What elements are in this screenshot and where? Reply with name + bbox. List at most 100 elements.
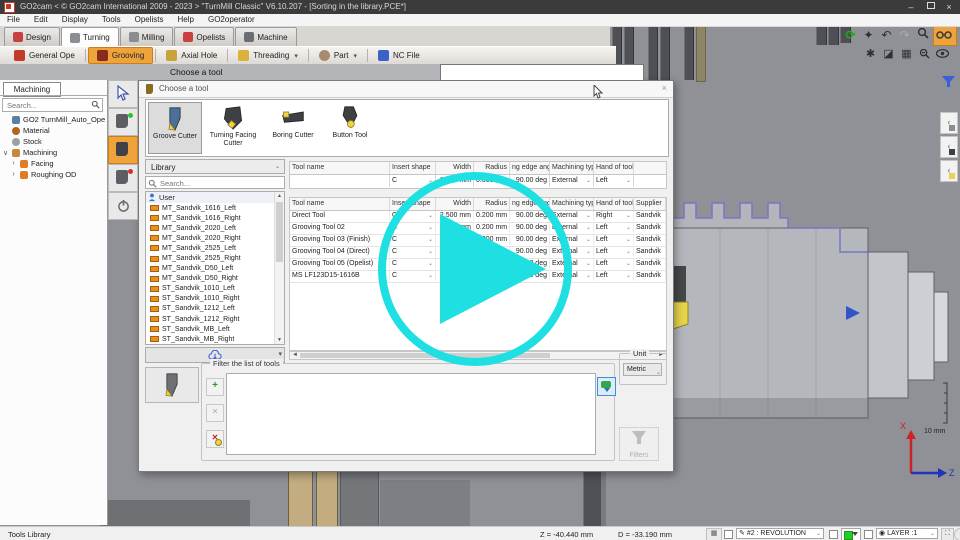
filter-type-select[interactable]: External⌄ bbox=[550, 175, 594, 187]
operator-help-button[interactable]: ◔ bbox=[954, 528, 960, 540]
collapse-panel-button-3[interactable]: ‹ bbox=[940, 160, 958, 182]
power-button[interactable] bbox=[108, 192, 138, 220]
tab-turning[interactable]: Turning bbox=[61, 27, 119, 47]
group-axial-hole[interactable]: Axial Hole bbox=[158, 48, 225, 63]
grid-snap-button[interactable]: ▦ bbox=[706, 528, 722, 540]
filter-angle[interactable]: 90.00 deg bbox=[510, 175, 550, 187]
family-turning-facing-cutter[interactable]: Turning Facing Cutter bbox=[204, 102, 262, 152]
tool-enable-button[interactable] bbox=[108, 108, 138, 136]
revolution-checkbox[interactable] bbox=[724, 530, 733, 539]
explode-icon[interactable]: ✱ bbox=[862, 46, 879, 62]
library-item[interactable]: MT_Sandvik_2020_Left bbox=[146, 223, 276, 233]
add-filter-button[interactable]: + bbox=[206, 378, 224, 396]
library-item[interactable]: MT_Sandvik_2525_Right bbox=[146, 253, 276, 263]
tree-item-machining[interactable]: ∨Machining bbox=[2, 147, 105, 158]
tree-item-facing[interactable]: ›Facing bbox=[2, 158, 105, 169]
group-part[interactable]: Part▾ bbox=[311, 48, 365, 63]
current-color-button[interactable] bbox=[841, 528, 861, 540]
expand-caret[interactable]: ∨ bbox=[2, 149, 9, 157]
menu-edit[interactable]: Edit bbox=[27, 14, 55, 26]
table-hscrollbar[interactable]: ◄ ► bbox=[289, 351, 667, 360]
menu-help[interactable]: Help bbox=[171, 14, 201, 26]
table-header-row[interactable]: Tool nameInsert shapeWidthRadiusng edge … bbox=[289, 197, 667, 211]
library-item[interactable]: MT_Sandvik_2525_Left bbox=[146, 243, 276, 253]
maximize-button[interactable] bbox=[922, 0, 940, 14]
tab-opelists[interactable]: Opelists bbox=[174, 27, 234, 46]
remove-filter-button[interactable]: ✕ bbox=[206, 404, 224, 422]
tree-item-roughing-od[interactable]: ›Roughing OD bbox=[2, 169, 105, 180]
library-item[interactable]: ST_Sandvik_1212_Left bbox=[146, 304, 276, 314]
dialog-title-bar[interactable]: Choose a tool × bbox=[139, 81, 673, 98]
expand-caret[interactable]: › bbox=[10, 160, 17, 167]
family-button-tool[interactable]: Button Tool bbox=[324, 102, 376, 152]
zoom-icon[interactable] bbox=[914, 27, 931, 43]
filter-hand-select[interactable]: Left⌄ bbox=[594, 175, 634, 187]
expand-caret[interactable]: › bbox=[10, 171, 17, 178]
scroll-thumb[interactable] bbox=[276, 202, 283, 262]
tree-item-material[interactable]: Material bbox=[2, 125, 105, 136]
sync-icon[interactable]: ⟳ bbox=[842, 27, 859, 43]
zoom-fit-button[interactable]: ⛶ bbox=[941, 528, 954, 540]
tree-search-input[interactable] bbox=[5, 99, 91, 111]
library-item[interactable]: ST_Sandvik_1212_Right bbox=[146, 314, 276, 324]
apply-filter-toggle[interactable] bbox=[597, 377, 616, 396]
table-row[interactable]: Grooving Tool 03 (Finish)C⌄2.500 mm0.200… bbox=[290, 235, 666, 247]
scroll-thumb[interactable] bbox=[300, 353, 550, 358]
library-user-group[interactable]: User bbox=[146, 192, 284, 203]
revolution-select[interactable]: ✎ #2 : REVOLUTION⌄ bbox=[736, 528, 824, 539]
menu-opelists[interactable]: Opelists bbox=[128, 14, 171, 26]
tab-milling[interactable]: Milling bbox=[120, 27, 174, 46]
dialog-close-icon[interactable]: × bbox=[662, 83, 667, 93]
clear-filters-button[interactable]: ✕ bbox=[206, 430, 224, 448]
table-row[interactable]: Grooving Tool 05 (Opelist)C⌄2.500 mm0.40… bbox=[290, 259, 666, 271]
scroll-up-icon[interactable]: ▲ bbox=[275, 193, 284, 199]
tree-item-stock[interactable]: Stock bbox=[2, 136, 105, 147]
undo-icon[interactable]: ↶ bbox=[878, 27, 895, 43]
table-row[interactable]: Grooving Tool 02C⌄2.500 mm0.200 mm90.00 … bbox=[290, 223, 666, 235]
minimize-button[interactable]: – bbox=[902, 0, 920, 14]
group-threading[interactable]: Threading▾ bbox=[230, 48, 306, 63]
table-row[interactable]: Grooving Tool 04 (Direct)C⌄2.500 mm0.200… bbox=[290, 247, 666, 259]
group-general-ope[interactable]: General Ope bbox=[6, 48, 83, 63]
filters-button[interactable]: Filters bbox=[619, 427, 659, 461]
filter-tool-name-input[interactable] bbox=[292, 175, 388, 187]
go2-glasses-button[interactable] bbox=[933, 26, 957, 46]
library-item[interactable]: MT_Sandvik_1616_Right bbox=[146, 213, 276, 223]
library-item[interactable]: MT_Sandvik_D50_Left bbox=[146, 264, 276, 274]
collapse-panel-button-2[interactable]: ‹ bbox=[940, 136, 958, 158]
scroll-down-icon[interactable]: ▼ bbox=[275, 337, 284, 343]
family-boring-cutter[interactable]: Boring Cutter bbox=[266, 102, 320, 152]
library-item[interactable]: ST_Sandvik_1010_Right bbox=[146, 294, 276, 304]
tool-choose-button[interactable] bbox=[108, 136, 138, 164]
display-filter-button[interactable] bbox=[940, 76, 956, 90]
library-item[interactable]: ST_Sandvik_MB_Right bbox=[146, 334, 276, 344]
group-nc-file[interactable]: NC File bbox=[370, 48, 428, 63]
layer-select[interactable]: ◉ LAYER :1⌄ bbox=[876, 528, 938, 539]
trim-icon[interactable]: ▦ bbox=[898, 46, 915, 62]
tool-disable-button[interactable] bbox=[108, 164, 138, 192]
eraser-icon[interactable]: ◪ bbox=[880, 46, 897, 62]
unit-select[interactable]: Metric⌄ bbox=[623, 363, 662, 376]
menu-tools[interactable]: Tools bbox=[95, 14, 128, 26]
filter-shape-select[interactable]: C⌄ bbox=[390, 175, 436, 187]
family-groove-cutter[interactable]: Groove Cutter bbox=[148, 102, 202, 154]
collapse-panel-button-1[interactable]: ‹ bbox=[940, 112, 958, 134]
table-row[interactable]: Direct ToolC⌄2.500 mm0.200 mm90.00 degEx… bbox=[290, 211, 666, 223]
table-row[interactable]: MS LF123D15-1616BC⌄2.500 mm0.200 mm90.00… bbox=[290, 271, 666, 283]
group-grooving[interactable]: Grooving bbox=[88, 47, 153, 64]
tree-item-autoope[interactable]: GO2 TurnMill_Auto_Ope bbox=[2, 114, 105, 125]
close-button[interactable]: × bbox=[940, 0, 958, 14]
pan-hand-icon[interactable]: ✦ bbox=[860, 27, 877, 43]
layer-checkbox[interactable] bbox=[864, 530, 873, 539]
active-filters-area[interactable] bbox=[226, 373, 596, 455]
zoom-window-icon[interactable] bbox=[916, 46, 933, 62]
library-item[interactable]: MT_Sandvik_D50_Right bbox=[146, 274, 276, 284]
library-item[interactable]: MT_Sandvik_2020_Right bbox=[146, 233, 276, 243]
filter-width[interactable]: 6.000 mm bbox=[436, 175, 474, 187]
scroll-left-icon[interactable]: ◄ bbox=[292, 352, 298, 359]
library-item[interactable]: ST_Sandvik_1010_Left bbox=[146, 284, 276, 294]
redo-icon[interactable]: ↷ bbox=[896, 27, 913, 43]
library-item[interactable]: ST_Sandvik_MB_Left bbox=[146, 324, 276, 334]
visibility-eye-icon[interactable] bbox=[934, 46, 951, 62]
filter-radius[interactable]: 0.800 mm bbox=[474, 175, 510, 187]
